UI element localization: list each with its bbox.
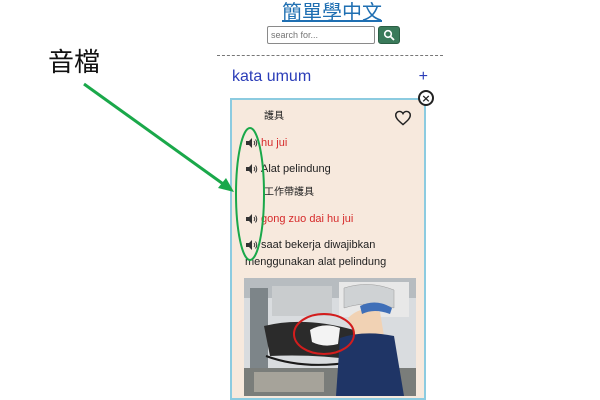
speaker-icon[interactable] bbox=[246, 164, 258, 174]
search-button[interactable] bbox=[378, 26, 400, 44]
close-button[interactable]: × bbox=[418, 90, 434, 106]
header-divider bbox=[217, 55, 443, 56]
close-icon: × bbox=[421, 91, 431, 105]
expand-button[interactable]: + bbox=[419, 68, 428, 86]
category-row[interactable]: kata umum + bbox=[232, 66, 428, 88]
search-input[interactable] bbox=[267, 26, 375, 44]
factory-worker-illustration bbox=[244, 278, 416, 396]
search-icon bbox=[383, 29, 395, 41]
speaker-icon[interactable] bbox=[246, 138, 258, 148]
site-title[interactable]: 簡單學中文 bbox=[262, 0, 402, 24]
example-cjk-text: 工作帶護具 bbox=[264, 187, 314, 198]
heart-icon[interactable] bbox=[394, 110, 412, 126]
speaker-icon[interactable] bbox=[246, 240, 258, 250]
pinyin-text: hu jui bbox=[261, 137, 288, 149]
speaker-icon[interactable] bbox=[246, 214, 258, 224]
example-meaning-line-1: saat bekerja diwajibkan bbox=[261, 239, 376, 251]
meaning-text: Alat pelindung bbox=[261, 163, 331, 175]
search-bar bbox=[267, 26, 400, 44]
annotation-label: 音檔 bbox=[48, 48, 101, 78]
example-meaning-line-2: menggunakan alat pelindung bbox=[245, 256, 387, 268]
headword-text: 護具 bbox=[264, 111, 284, 122]
example-photo bbox=[244, 278, 416, 396]
category-label[interactable]: kata umum bbox=[232, 68, 311, 86]
example-pinyin-text: gong zuo dai hu jui bbox=[261, 213, 354, 225]
